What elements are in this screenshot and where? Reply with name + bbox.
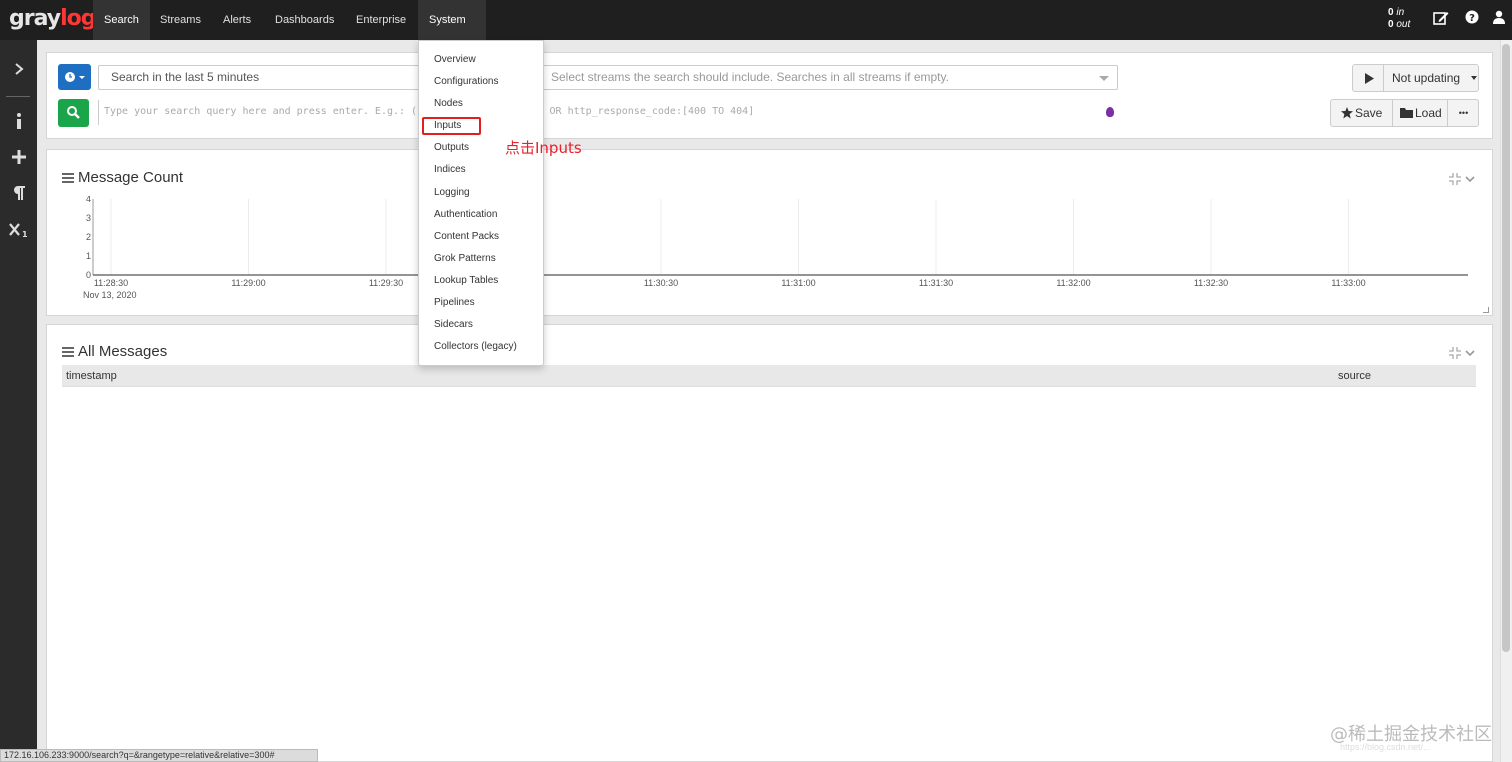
widget-controls	[1448, 172, 1478, 189]
graylog-logo[interactable]: graylog	[9, 6, 97, 31]
chart-x-tick-label: 11:32:30	[1194, 278, 1228, 288]
column-header-source[interactable]: source	[1338, 365, 1371, 387]
messages-table-header: timestamp source	[62, 365, 1476, 387]
menu-item-pipelines[interactable]: Pipelines	[434, 294, 475, 312]
chart-date-label: Nov 13, 2020	[83, 290, 137, 300]
chart-y-tick-label: 1	[86, 251, 91, 261]
menu-item-grok-patterns[interactable]: Grok Patterns	[434, 250, 496, 268]
message-count-chart: 4321011:28:3011:29:0011:29:3011:30:0011:…	[83, 196, 1468, 300]
chart-y-tick-label: 2	[86, 232, 91, 242]
nav-streams[interactable]: Streams	[149, 0, 212, 40]
message-count-title: Message Count	[62, 169, 183, 186]
refresh-toggle-button[interactable]: Not updating	[1352, 64, 1479, 92]
compress-icon	[1449, 347, 1461, 359]
button-divider	[1383, 65, 1384, 91]
scrollbar-thumb[interactable]	[1502, 44, 1510, 652]
subscript-icon[interactable]: 1	[0, 222, 37, 243]
nav-system[interactable]: System	[418, 0, 486, 63]
resize-handle-icon[interactable]	[1483, 307, 1489, 313]
left-sidebar: 1	[0, 40, 37, 762]
column-header-timestamp[interactable]: timestamp	[66, 365, 117, 387]
throughput-indicator: 0 in 0 out	[1388, 7, 1411, 30]
menu-item-overview[interactable]: Overview	[434, 51, 476, 69]
menu-item-configurations[interactable]: Configurations	[434, 73, 498, 91]
chevron-down-icon	[1465, 350, 1475, 357]
paragraph-icon[interactable]	[0, 186, 37, 205]
chart-x-tick-label: 11:29:30	[369, 278, 403, 288]
edit-icon[interactable]	[1432, 10, 1450, 30]
nav-enterprise[interactable]: Enterprise	[345, 0, 417, 40]
play-icon	[1365, 73, 1374, 84]
chart-x-tick-label: 11:33:00	[1331, 278, 1365, 288]
star-icon	[1341, 107, 1353, 119]
more-actions-button[interactable]: •••	[1448, 100, 1479, 126]
menu-item-lookup-tables[interactable]: Lookup Tables	[434, 272, 498, 290]
chart-y-tick-label: 4	[86, 196, 91, 204]
streams-select[interactable]: Select streams the search should include…	[540, 65, 1118, 90]
watermark-url: https://blog.csdn.net/...	[1340, 742, 1431, 752]
menu-item-outputs[interactable]: Outputs	[434, 139, 469, 157]
load-button[interactable]: Load	[1393, 100, 1448, 126]
inputs-highlight-box	[422, 117, 481, 135]
caret-down-icon	[1471, 76, 1477, 80]
annotation-click-inputs: 点击Inputs	[505, 139, 582, 157]
chart-x-tick-label: 11:30:30	[644, 278, 678, 288]
top-navbar: graylog Search Streams Alerts Dashboards…	[0, 0, 1512, 63]
menu-item-nodes[interactable]: Nodes	[434, 95, 463, 113]
plus-icon[interactable]	[0, 150, 37, 169]
nav-search[interactable]: Search	[93, 0, 150, 40]
time-range-button[interactable]	[58, 64, 91, 90]
chart-x-tick-label: 11:31:30	[919, 278, 953, 288]
svg-text:?: ?	[1469, 13, 1475, 24]
chart-y-tick-label: 3	[86, 213, 91, 223]
menu-item-collectors-legacy[interactable]: Collectors (legacy)	[434, 338, 517, 356]
chevron-down-icon	[1465, 176, 1475, 183]
menu-item-authentication[interactable]: Authentication	[434, 206, 497, 224]
chart-x-tick-label: 11:29:00	[231, 278, 265, 288]
save-button[interactable]: Save	[1331, 100, 1393, 126]
drag-handle-icon[interactable]	[62, 173, 74, 184]
lightbulb-icon[interactable]	[1106, 107, 1114, 117]
expand-sidebar-icon[interactable]	[0, 62, 37, 81]
chart-x-tick-label: 11:31:00	[781, 278, 815, 288]
menu-item-content-packs[interactable]: Content Packs	[434, 228, 499, 246]
chevron-down-icon	[1099, 76, 1109, 81]
drag-handle-icon[interactable]	[62, 347, 74, 358]
all-messages-panel	[46, 324, 1493, 762]
sidebar-divider	[6, 96, 30, 97]
nav-alerts[interactable]: Alerts	[212, 0, 262, 40]
info-icon[interactable]	[0, 112, 37, 135]
folder-icon	[1400, 108, 1413, 118]
svg-text:1: 1	[22, 230, 28, 238]
system-dropdown-menu: Overview Configurations Nodes Inputs Out…	[418, 40, 544, 366]
widget-controls	[1448, 346, 1478, 363]
chart-x-tick-label: 11:28:30	[94, 278, 128, 288]
user-icon[interactable]	[1490, 10, 1508, 30]
menu-item-logging[interactable]: Logging	[434, 184, 470, 202]
search-query-input[interactable]: Type your search query here and press en…	[98, 100, 1118, 125]
help-icon[interactable]: ?	[1463, 10, 1481, 30]
nav-dashboards[interactable]: Dashboards	[264, 0, 345, 40]
browser-status-bar: 172.16.106.233:9000/search?q=&rangetype=…	[0, 749, 318, 762]
search-button[interactable]	[58, 99, 89, 127]
menu-item-indices[interactable]: Indices	[434, 161, 466, 179]
compress-icon	[1449, 173, 1461, 185]
search-actions-group: Save Load •••	[1330, 99, 1479, 127]
menu-item-sidecars[interactable]: Sidecars	[434, 316, 473, 334]
chart-x-tick-label: 11:32:00	[1056, 278, 1090, 288]
chart-y-tick-label: 0	[86, 270, 91, 280]
all-messages-title: All Messages	[62, 343, 167, 360]
